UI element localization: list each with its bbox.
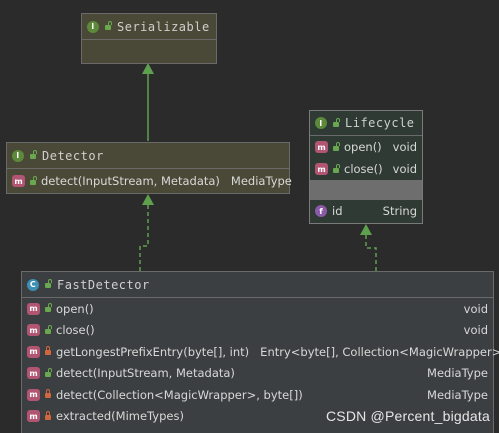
- method-signature: detect(Collection<MagicWrapper>, byte[]): [56, 387, 303, 402]
- interface-icon: I: [87, 20, 99, 33]
- method-row[interactable]: m close() void: [22, 320, 493, 342]
- private-lock-icon: [45, 389, 51, 399]
- node-header: I Detector: [7, 143, 289, 168]
- field-row[interactable]: f id String: [310, 200, 422, 222]
- node-header: I Lifecycle: [310, 111, 422, 135]
- method-icon: m: [315, 141, 328, 153]
- private-lock-icon: [45, 410, 51, 421]
- method-signature: close(): [56, 323, 95, 338]
- method-icon: m: [315, 163, 328, 175]
- method-icon: m: [12, 175, 25, 187]
- field-type: String: [382, 204, 417, 218]
- field-name: id: [332, 204, 343, 218]
- method-signature: detect(InputStream, Metadata): [56, 366, 235, 381]
- public-lock-icon: [45, 367, 52, 378]
- method-icon: m: [27, 388, 40, 401]
- edge-arrowhead: [142, 194, 154, 205]
- method-signature: extracted(MimeTypes): [56, 409, 184, 424]
- method-signature: close(): [344, 162, 383, 176]
- private-lock-icon: [45, 346, 51, 356]
- node-title: Lifecycle: [345, 116, 415, 130]
- method-row[interactable]: m detect(InputStream, Metadata) MediaTyp…: [7, 169, 292, 193]
- interface-icon: I: [315, 117, 327, 129]
- method-signature: detect(InputStream, Metadata): [41, 174, 220, 188]
- method-row[interactable]: m getLongestPrefixEntry(byte[], int) Ent…: [22, 341, 499, 363]
- public-lock-icon: [333, 141, 340, 152]
- method-row[interactable]: m detect(InputStream, Metadata) MediaTyp…: [22, 363, 493, 385]
- detector-interface-node[interactable]: I Detector m detect(InputStream, Metadat…: [6, 142, 292, 194]
- method-return-type: void: [392, 140, 417, 154]
- public-lock-icon: [30, 150, 37, 160]
- method-row[interactable]: m open() void: [310, 136, 422, 158]
- method-return-type: void: [463, 323, 488, 338]
- public-lock-icon: [333, 117, 340, 128]
- public-lock-icon: [333, 163, 340, 174]
- node-title: Serializable: [117, 19, 210, 34]
- method-row[interactable]: m detect(Collection<MagicWrapper>, byte[…: [22, 384, 493, 406]
- watermark: CSDN @Percent_bigdata: [326, 408, 490, 424]
- selected-separator: [310, 180, 422, 200]
- method-icon: m: [27, 345, 40, 358]
- method-icon: m: [27, 410, 40, 423]
- node-title: FastDetector: [57, 277, 150, 292]
- interface-icon: I: [12, 149, 24, 162]
- method-icon: m: [27, 302, 40, 315]
- method-return-type: MediaType: [427, 387, 488, 402]
- node-header: C FastDetector: [22, 272, 493, 297]
- method-return-type: MediaType: [230, 174, 292, 188]
- class-icon: C: [27, 278, 39, 291]
- edge-arrowhead: [360, 224, 372, 235]
- node-title: Detector: [42, 148, 104, 163]
- serializable-interface-node[interactable]: I Serializable: [81, 13, 217, 64]
- method-signature: open(): [56, 301, 94, 316]
- edge-fastdetector-lifecycle: [365, 234, 377, 271]
- public-lock-icon: [45, 324, 52, 335]
- node-header: I Serializable: [82, 14, 216, 39]
- method-row[interactable]: m close() void: [310, 158, 422, 180]
- public-lock-icon: [30, 175, 37, 186]
- edge-arrowhead: [142, 63, 154, 74]
- lifecycle-interface-node[interactable]: I Lifecycle m open() void m close() void…: [309, 110, 423, 224]
- method-return-type: Entry<byte[], Collection<MagicWrapper>>: [260, 344, 499, 359]
- public-lock-icon: [45, 303, 52, 313]
- public-lock-icon: [105, 21, 112, 31]
- field-icon: f: [315, 205, 327, 217]
- method-icon: m: [27, 367, 40, 380]
- edge-fastdetector-detector: [139, 203, 149, 271]
- method-signature: open(): [344, 140, 382, 154]
- method-return-type: MediaType: [427, 366, 488, 381]
- method-icon: m: [27, 324, 40, 337]
- public-lock-icon: [45, 279, 52, 289]
- method-signature: getLongestPrefixEntry(byte[], int): [56, 344, 250, 359]
- method-return-type: void: [463, 301, 488, 316]
- method-row[interactable]: m open() void: [22, 298, 493, 320]
- divider: [82, 39, 216, 40]
- method-return-type: void: [392, 162, 417, 176]
